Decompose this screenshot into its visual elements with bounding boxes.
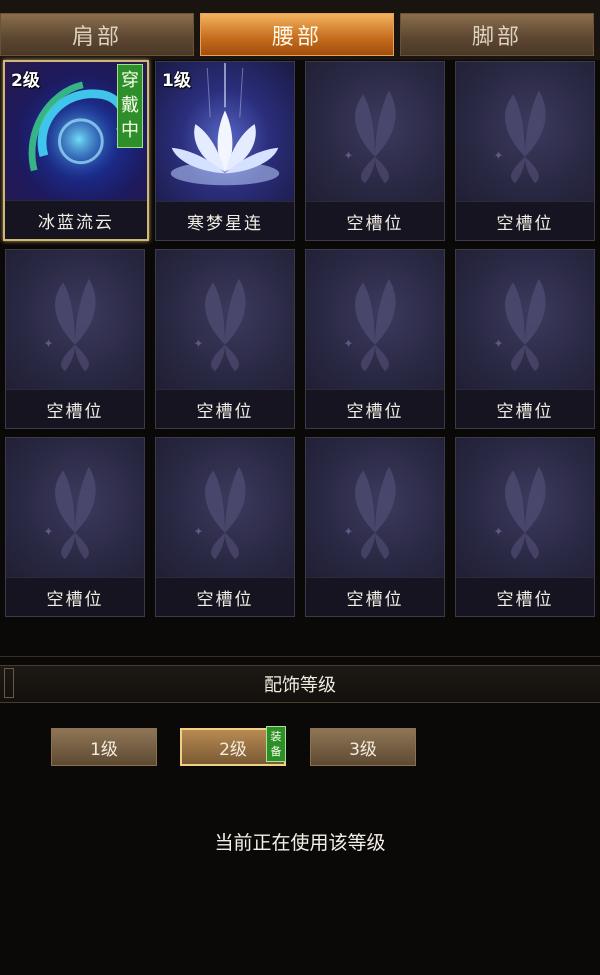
tab-foot[interactable]: 脚部 bbox=[400, 13, 594, 56]
svg-text:✦: ✦ bbox=[193, 525, 203, 539]
level-button-1[interactable]: 1级 bbox=[51, 728, 157, 766]
slot-empty[interactable]: ✦ 空槽位 bbox=[305, 61, 445, 241]
slot-label: 寒梦星连 bbox=[156, 201, 294, 240]
svg-text:✦: ✦ bbox=[43, 337, 53, 351]
slot-empty[interactable]: ✦ 空槽位 bbox=[305, 437, 445, 617]
level-button-3[interactable]: 3级 bbox=[310, 728, 416, 766]
slot-empty[interactable]: ✦ 空槽位 bbox=[155, 249, 295, 429]
slot-label: 空槽位 bbox=[456, 389, 594, 428]
slot-empty[interactable]: ✦ 空槽位 bbox=[455, 437, 595, 617]
butterfly-icon: ✦ bbox=[493, 466, 546, 560]
svg-text:✦: ✦ bbox=[343, 525, 353, 539]
slot-label: 空槽位 bbox=[6, 389, 144, 428]
slot-placeholder: ✦ bbox=[306, 62, 444, 204]
slot-placeholder: ✦ bbox=[6, 250, 144, 392]
slot-label: 空槽位 bbox=[306, 577, 444, 616]
slot-placeholder: ✦ bbox=[6, 438, 144, 580]
svg-text:✦: ✦ bbox=[493, 337, 503, 351]
slot-label: 空槽位 bbox=[456, 201, 594, 240]
equip-badge: 装备 bbox=[266, 726, 286, 762]
slot-empty[interactable]: ✦ 空槽位 bbox=[455, 249, 595, 429]
svg-text:✦: ✦ bbox=[193, 337, 203, 351]
divider bbox=[0, 656, 600, 657]
slot-label: 空槽位 bbox=[6, 577, 144, 616]
slot-label: 空槽位 bbox=[306, 201, 444, 240]
slot-level: 2级 bbox=[11, 71, 40, 91]
section-header: 配饰等级 bbox=[0, 665, 600, 703]
accessory-grid: 2级 穿戴中 冰蓝流云 1级 寒梦星连 ✦ 空槽位 ✦ 空槽位 ✦ 空槽位 ✦ … bbox=[0, 60, 600, 620]
butterfly-icon: ✦ bbox=[193, 278, 246, 372]
slot-placeholder: ✦ bbox=[306, 438, 444, 580]
slot-placeholder: ✦ bbox=[306, 250, 444, 392]
slot-level: 1级 bbox=[162, 71, 191, 91]
svg-text:✦: ✦ bbox=[343, 337, 353, 351]
butterfly-icon: ✦ bbox=[343, 466, 396, 560]
status-text: 当前正在使用该等级 bbox=[214, 832, 386, 854]
slot-label: 空槽位 bbox=[456, 577, 594, 616]
butterfly-icon: ✦ bbox=[193, 466, 246, 560]
tab-waist[interactable]: 腰部 bbox=[200, 13, 394, 56]
butterfly-icon: ✦ bbox=[493, 278, 546, 372]
butterfly-icon: ✦ bbox=[43, 278, 96, 372]
slot-placeholder: ✦ bbox=[156, 438, 294, 580]
svg-text:✦: ✦ bbox=[493, 149, 503, 163]
tab-shoulder[interactable]: 肩部 bbox=[0, 13, 194, 56]
svg-text:✦: ✦ bbox=[43, 525, 53, 539]
slot-empty[interactable]: ✦ 空槽位 bbox=[5, 249, 145, 429]
slot-label: 冰蓝流云 bbox=[5, 200, 147, 239]
butterfly-icon: ✦ bbox=[343, 278, 396, 372]
slot-empty[interactable]: ✦ 空槽位 bbox=[155, 437, 295, 617]
slot-label: 空槽位 bbox=[306, 389, 444, 428]
slot-item-1[interactable]: 2级 穿戴中 冰蓝流云 bbox=[3, 60, 149, 241]
slot-label: 空槽位 bbox=[156, 577, 294, 616]
category-tabbar: 肩部 腰部 脚部 bbox=[0, 0, 600, 60]
svg-text:✦: ✦ bbox=[343, 149, 353, 163]
slot-empty[interactable]: ✦ 空槽位 bbox=[455, 61, 595, 241]
slot-placeholder: ✦ bbox=[156, 250, 294, 392]
butterfly-icon: ✦ bbox=[343, 90, 396, 184]
slot-empty[interactable]: ✦ 空槽位 bbox=[305, 249, 445, 429]
svg-text:✦: ✦ bbox=[493, 525, 503, 539]
slot-placeholder: ✦ bbox=[456, 438, 594, 580]
slot-placeholder: ✦ bbox=[456, 62, 594, 204]
slot-placeholder: ✦ bbox=[456, 250, 594, 392]
slot-label: 空槽位 bbox=[156, 389, 294, 428]
butterfly-icon: ✦ bbox=[493, 90, 546, 184]
butterfly-icon: ✦ bbox=[43, 466, 96, 560]
wearing-badge: 穿戴中 bbox=[117, 64, 143, 148]
section-title: 配饰等级 bbox=[264, 675, 336, 696]
slot-item-2[interactable]: 1级 寒梦星连 bbox=[155, 61, 295, 241]
slot-empty[interactable]: ✦ 空槽位 bbox=[5, 437, 145, 617]
